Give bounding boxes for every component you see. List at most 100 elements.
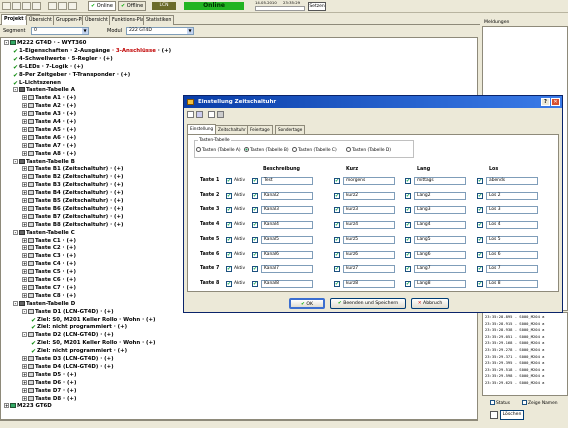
collapse-icon[interactable]: - [22,332,27,338]
lang-checkbox[interactable]: ✔ [405,192,411,199]
tree-row[interactable]: + Taste A7 · (+) [22,142,76,150]
lang-input[interactable]: Lang7 [414,265,466,274]
tree-row[interactable]: + Taste C7 · (+) [22,284,76,292]
tree-row[interactable]: + Taste C2 · (+) [22,244,76,252]
lang-checkbox[interactable]: ✔ [405,207,411,214]
los-input[interactable]: Los 3 [486,206,538,215]
beschreibung-checkbox[interactable]: ✔ [252,192,258,199]
expand-icon[interactable]: + [22,237,27,243]
expand-icon[interactable]: + [22,261,27,267]
expand-icon[interactable]: + [22,182,27,188]
kurz-checkbox[interactable]: ✔ [334,207,340,214]
beschreibung-input[interactable]: Kanal3 [261,206,313,215]
log-box[interactable]: 23:35:28.895 - S000_M204 a 23:35:28.915 -… [482,312,568,396]
lang-input[interactable]: Lang6 [414,250,466,259]
los-input[interactable]: Los 4 [486,221,538,230]
kurz-checkbox[interactable]: ✔ [334,192,340,199]
beschreibung-input[interactable]: Kanal4 [261,221,313,230]
collapse-icon[interactable]: - [22,308,27,314]
lang-input[interactable]: Lang4 [414,221,466,230]
radio-tabelle[interactable]: Tasten (Tabelle C) [292,147,337,153]
kurz-checkbox[interactable]: ✔ [334,236,340,243]
los-checkbox[interactable]: ✔ [477,207,483,214]
aktiv-checkbox[interactable]: ✔ [226,207,232,214]
tree-row[interactable]: + Taste B3 (Zeitschaltuhr) · (+) [22,181,123,189]
dtab-einstellung[interactable]: Einstellung [187,124,217,134]
tree-row[interactable]: + Taste D8 · (+) [22,395,76,403]
expand-icon[interactable]: + [22,363,27,369]
beschreibung-input[interactable]: Kanal5 [261,235,313,244]
tree-row[interactable]: ✔1-Eigenschaften · 2-Ausgänge · 3-Anschl… [13,47,171,55]
tab-statistiken[interactable]: Statistiken [143,15,175,25]
tree-row[interactable]: + Taste B7 (Zeitschaltuhr) · (+) [22,213,123,221]
radio-tabelle[interactable]: Tasten (Tabelle D) [346,147,391,153]
los-checkbox[interactable]: ✔ [477,236,483,243]
tree-row[interactable]: + M223 GT6D [4,402,52,410]
import-icon[interactable] [208,111,215,118]
tree-row[interactable]: + Taste A4 · (+) [22,118,76,126]
tree-row[interactable]: + Taste D4 (LCN-GT4D) · (+) [22,363,114,371]
expand-icon[interactable]: + [22,213,27,219]
lang-checkbox[interactable]: ✔ [405,236,411,243]
aktiv-checkbox[interactable]: ✔ [226,178,232,184]
tree-row[interactable]: ✔Ziel: S0, M201 Keller Rollo · Wohn · (+… [31,316,155,324]
beschreibung-input[interactable]: Kanal6 [261,250,313,259]
kurz-input[interactable]: kurz5 [343,235,395,244]
save-and-close-button[interactable]: ✔ Beenden und Speichern [330,298,406,309]
radio-tabelle[interactable]: Tasten (Tabelle B) [244,147,289,153]
tree-row[interactable]: + Taste C6 · (+) [22,276,76,284]
tree-row[interactable]: - Tasten-Tabelle B [13,158,75,166]
tree-row[interactable]: - Tasten-Tabelle D [13,300,75,308]
lang-checkbox[interactable]: ✔ [405,251,411,258]
collapse-icon[interactable]: - [13,300,18,306]
modul-select[interactable]: 222 GT4D ▼ [126,27,194,35]
ok-button[interactable]: ✔ OK [289,298,325,309]
kurz-input[interactable]: kurz3 [343,206,395,215]
cancel-button[interactable]: ✕ Abbruch [411,298,449,309]
tree-row[interactable]: + Taste D6 · (+) [22,379,76,387]
collapse-icon[interactable]: - [13,229,18,235]
collapse-icon[interactable]: - [4,40,9,45]
kurz-input[interactable]: kurz6 [343,250,395,259]
tree-row[interactable]: - M222 GT4D · - WYT360 [4,39,86,47]
expand-icon[interactable]: + [22,277,27,282]
aktiv-checkbox[interactable]: ✔ [226,236,232,243]
kurz-checkbox[interactable]: ✔ [334,266,340,273]
los-input[interactable]: Los 2 [486,191,538,200]
expand-icon[interactable]: + [22,95,27,101]
tree-row[interactable]: + Taste C5 · (+) [22,268,76,276]
beschreibung-checkbox[interactable]: ✔ [252,207,258,214]
collapse-icon[interactable]: - [13,87,18,93]
los-checkbox[interactable]: ✔ [477,280,483,287]
los-checkbox[interactable]: ✔ [477,251,483,258]
los-checkbox[interactable]: ✔ [477,178,483,184]
expand-icon[interactable]: + [22,284,27,290]
tree-row[interactable]: + Taste B5 (Zeitschaltuhr) · (+) [22,197,123,205]
los-input[interactable]: Los 6 [486,250,538,259]
aktiv-checkbox[interactable]: ✔ [226,192,232,199]
tree-row[interactable]: + Taste A8 · (+) [22,150,76,158]
expand-icon[interactable]: + [22,387,27,393]
dtab-zeitschaltuhr[interactable]: Zeitschaltuhr [215,125,249,134]
tree-row[interactable]: + Taste B1 (Zeitschaltuhr) · (+) [22,165,123,173]
beschreibung-checkbox[interactable]: ✔ [252,222,258,229]
loeschen-button[interactable]: Löschen [500,410,524,420]
lang-checkbox[interactable]: ✔ [405,280,411,287]
aktiv-checkbox[interactable]: ✔ [226,222,232,229]
dtab-sondertage[interactable]: Sondertage [275,125,306,134]
kurz-input[interactable]: kurz4 [343,221,395,230]
kurz-input[interactable]: kurz8 [343,279,395,288]
open-icon[interactable] [12,2,21,10]
tree-row[interactable]: ✔6-LEDs · 7-Logik · (+) [13,63,83,71]
save-icon[interactable] [196,111,203,118]
tree-row[interactable]: + Taste C3 · (+) [22,252,76,260]
tree-row[interactable]: ✔L-Lichtszenen [13,79,61,87]
expand-icon[interactable]: + [22,292,27,298]
tab-uebersicht-2[interactable]: Übersicht [82,15,111,25]
kurz-checkbox[interactable]: ✔ [334,280,340,287]
tree-row[interactable]: + Taste A6 · (+) [22,134,76,142]
kurz-checkbox[interactable]: ✔ [334,251,340,258]
los-input[interactable]: Los 5 [486,235,538,244]
setzen-button[interactable]: Setzen [308,2,326,11]
log-icon[interactable] [490,411,498,419]
